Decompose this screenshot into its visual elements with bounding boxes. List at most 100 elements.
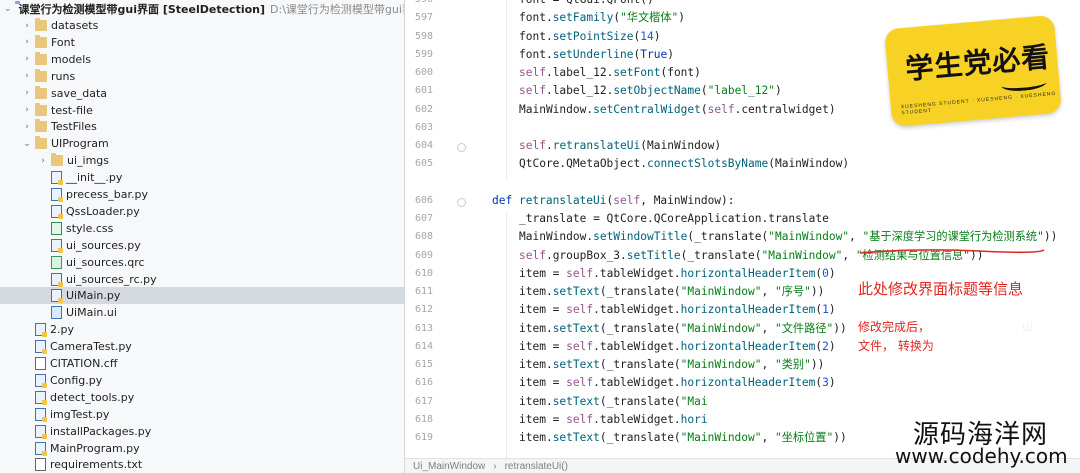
- tree-item[interactable]: precess_bar.py: [0, 186, 404, 203]
- code-token: , MainWindow):: [640, 193, 735, 207]
- tree-item[interactable]: CITATION.cff: [0, 355, 404, 372]
- code-line[interactable]: font.setFamily("华文楷体"): [519, 9, 685, 27]
- tree-item[interactable]: CameraTest.py: [0, 338, 404, 355]
- tree-item[interactable]: ui_sources.py: [0, 237, 404, 254]
- tree-item[interactable]: › runs: [0, 68, 404, 85]
- tree-item[interactable]: QssLoader.py: [0, 203, 404, 220]
- tree-item[interactable]: › Font: [0, 34, 404, 51]
- code-token: ): [774, 84, 782, 98]
- code-token: setCentralWidget: [593, 102, 701, 116]
- code-token: .label_12.: [545, 66, 614, 79]
- code-token: ,: [761, 321, 775, 335]
- code-token: hori: [680, 412, 708, 426]
- code-line[interactable]: item.setText(_translate("MainWindow", "文…: [519, 320, 847, 338]
- code-line[interactable]: self.label_12.setFont(font): [519, 64, 701, 82]
- code-token: item.: [519, 285, 553, 298]
- tree-item-label: __init__.py: [66, 171, 123, 185]
- code-line[interactable]: item = self.tableWidget.horizontalHeader…: [519, 301, 836, 319]
- code-token: MainWindow.: [519, 230, 594, 244]
- tree-item[interactable]: style.css: [0, 220, 404, 237]
- tree-item[interactable]: › ui_imgs: [0, 152, 404, 169]
- folder-icon: [35, 136, 47, 150]
- code-token: item =: [519, 412, 567, 426]
- tree-item[interactable]: ui_sources.qrc: [0, 254, 404, 271]
- code-token: 0: [822, 266, 829, 280]
- code-line[interactable]: def retranslateUi(self, MainWindow):: [492, 192, 735, 210]
- tree-item[interactable]: › datasets: [0, 17, 404, 34]
- tree-item[interactable]: UiMain.py: [0, 287, 404, 305]
- code-token: MainWindow.: [519, 102, 594, 116]
- chevron-right-icon[interactable]: ›: [22, 71, 32, 81]
- tree-item[interactable]: installPackages.py: [0, 423, 404, 440]
- chevron-right-icon[interactable]: ›: [22, 105, 32, 115]
- code-line[interactable]: self.label_12.setObjectName("label_12"): [519, 82, 782, 100]
- tree-item[interactable]: 2.py: [0, 321, 404, 338]
- tree-item[interactable]: MainProgram.py: [0, 440, 404, 457]
- code-line[interactable]: font.setUnderline(True): [519, 46, 674, 64]
- chevron-right-icon[interactable]: ›: [38, 156, 48, 166]
- code-token: retranslateUi: [552, 139, 641, 152]
- code-token: ): [828, 266, 836, 280]
- tree-item-label: QssLoader.py: [66, 204, 140, 218]
- project-root-path: D:\课堂行为检测模型带gui界: [270, 2, 405, 16]
- code-token: )): [833, 431, 847, 444]
- code-line[interactable]: font = QtGui.QFont(): [519, 0, 654, 9]
- code-line[interactable]: MainWindow.setWindowTitle(_translate("Ma…: [519, 228, 1057, 246]
- red-underline-mark: [859, 249, 1045, 254]
- tree-item[interactable]: ui_sources_rc.py: [0, 271, 404, 288]
- code-line[interactable]: item.setText(_translate("Mai: [519, 393, 708, 411]
- breadcrumb-class[interactable]: Ui_MainWindow: [413, 461, 485, 472]
- line-number: 605: [414, 158, 433, 170]
- code-line[interactable]: item.setText(_translate("MainWindow", "序…: [519, 283, 824, 301]
- code-token: font.: [519, 11, 553, 25]
- tree-item[interactable]: __init__.py: [0, 169, 404, 186]
- code-line[interactable]: QtCore.QMetaObject.connectSlotsByName(Ma…: [519, 155, 849, 173]
- tree-item[interactable]: UiMain.ui: [0, 304, 404, 321]
- chevron-right-icon[interactable]: ›: [22, 21, 32, 31]
- code-line[interactable]: MainWindow.setCentralWidget(self.central…: [519, 101, 836, 119]
- code-token: "MainWindow": [680, 285, 762, 298]
- tree-item[interactable]: › test-file: [0, 102, 404, 119]
- tree-item[interactable]: ⌄ UIProgram: [0, 135, 404, 152]
- code-token: .label_12.: [545, 84, 614, 98]
- folder-icon: [35, 34, 47, 48]
- code-token: .tableWidget.: [593, 266, 681, 280]
- tree-item[interactable]: Config.py: [0, 372, 404, 389]
- code-line[interactable]: _translate = QtCore.QCoreApplication.tra…: [519, 210, 829, 228]
- code-line[interactable]: self.retranslateUi(MainWindow): [519, 137, 721, 155]
- code-token: "Mai: [680, 394, 708, 408]
- code-token: (font): [660, 66, 701, 79]
- tree-item-label: 2.py: [50, 323, 74, 337]
- code-token: 14: [640, 29, 654, 43]
- chevron-right-icon[interactable]: ›: [22, 37, 32, 47]
- tree-item-label: Config.py: [50, 373, 103, 387]
- code-token: .: [545, 139, 553, 152]
- chevron-down-icon[interactable]: ⌄: [4, 4, 12, 14]
- code-line[interactable]: item = self.tableWidget.horizontalHeader…: [519, 374, 836, 392]
- tree-item[interactable]: requirements.txt: [0, 456, 404, 473]
- tree-item[interactable]: › models: [0, 51, 404, 68]
- code-line[interactable]: item.setText(_translate("MainWindow", "坐…: [519, 429, 847, 447]
- code-line[interactable]: item = self.tableWidget.horizontalHeader…: [519, 265, 836, 283]
- tree-item[interactable]: › TestFiles: [0, 118, 404, 135]
- chevron-down-icon[interactable]: ⌄: [22, 139, 32, 149]
- code-line[interactable]: item = self.tableWidget.horizontalHeader…: [519, 338, 836, 356]
- code-line[interactable]: font.setPointSize(14): [519, 28, 661, 46]
- code-line[interactable]: item.setText(_translate("MainWindow", "类…: [519, 356, 824, 374]
- chevron-right-icon[interactable]: ›: [22, 122, 32, 132]
- chevron-right-icon[interactable]: ›: [22, 88, 32, 98]
- tree-item[interactable]: detect_tools.py: [0, 389, 404, 406]
- chevron-right-icon[interactable]: ›: [22, 54, 32, 64]
- project-root[interactable]: ⌄ 课堂行为检测模型带gui界面 [SteelDetection] D:\课堂行…: [0, 0, 404, 17]
- line-number: 600: [414, 67, 433, 78]
- tree-item[interactable]: imgTest.py: [0, 406, 404, 423]
- code-token: item =: [519, 303, 567, 317]
- code-token: _translate = QtCore.QCoreApplication.tra…: [519, 212, 829, 225]
- code-token: self: [566, 376, 594, 390]
- breadcrumb-method[interactable]: retranslateUi(): [505, 461, 568, 472]
- tree-item[interactable]: › save_data: [0, 85, 404, 102]
- code-line[interactable]: item = self.tableWidget.hori: [519, 411, 708, 429]
- code-token: 2: [822, 339, 829, 353]
